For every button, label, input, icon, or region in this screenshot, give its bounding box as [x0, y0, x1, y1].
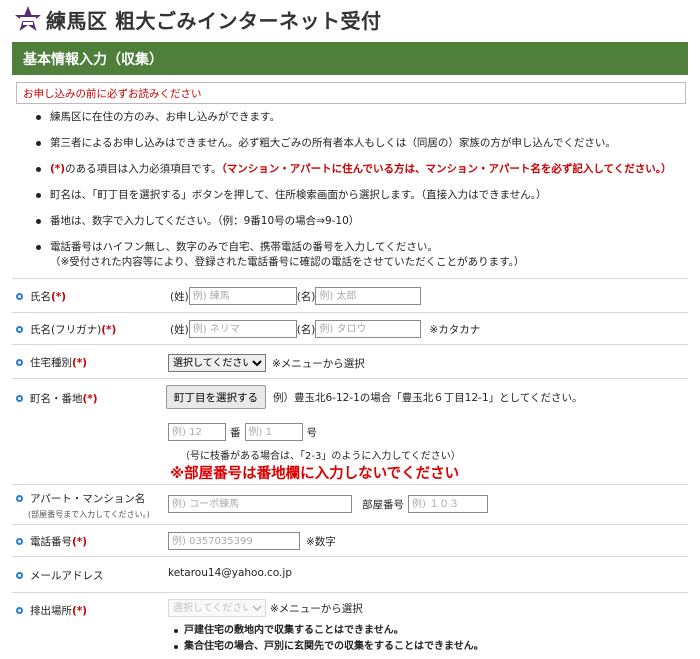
address-select-area: 町丁目を選択する 例）豊玉北6-12-1の場合「豊玉北６丁目12-1」としてくだ… — [166, 385, 583, 409]
apartment-fields: 部屋番号 — [168, 495, 488, 513]
disposal-fields: 選択してください ※メニューから選択 — [168, 599, 363, 617]
select-town-button[interactable]: 町丁目を選択する — [166, 385, 266, 409]
email-label: メールアドレス — [16, 568, 104, 583]
disposal-note: 戸建住宅の敷地内で収集することはできません。 — [172, 623, 484, 639]
bullet-circle-icon — [16, 293, 23, 300]
address-example: 例）豊玉北6-12-1の場合「豊玉北６丁目12-1」としてください。 — [273, 391, 583, 404]
phone-fields: ※数字 — [168, 532, 336, 550]
email-value: ketarou14@yahoo.co.jp — [168, 567, 292, 579]
disposal-label: 排出場所 (*) — [16, 603, 87, 618]
name-fields: (姓) (名) — [170, 287, 422, 305]
room-number-warning: ※部屋番号は番地欄に入力しないでください — [170, 466, 460, 482]
bullet-circle-icon — [16, 395, 23, 402]
disposal-hint: ※メニューから選択 — [270, 602, 363, 615]
kana-row: 氏名(フリガナ)(*) (姓) (名) ※カタカナ — [12, 312, 688, 344]
room-number-input[interactable] — [408, 495, 488, 513]
last-name-kana-input[interactable] — [188, 320, 297, 338]
rule-item: 番地は、数字で入力してください。（例：9番10号の場合⇒9-10） — [34, 214, 684, 229]
notice-box: お申し込みの前に必ずお読みください — [16, 82, 686, 104]
edaban-note: （号に枝番がある場合は、「2-3」のように入力してください） — [180, 451, 461, 462]
bullet-circle-icon — [16, 572, 23, 579]
bullet-circle-icon — [16, 495, 23, 502]
rule-item: (*)のある項目は入力必須項目です。（マンション・アパートに住んでいる方は、マン… — [34, 162, 684, 177]
housing-label: 住宅種別 (*) — [16, 355, 87, 370]
go-input[interactable] — [244, 423, 303, 441]
phone-hint: ※数字 — [306, 535, 336, 548]
apartment-name-input[interactable] — [168, 495, 352, 513]
housing-row: 住宅種別 (*) 選択してください ※メニューから選択 — [12, 344, 688, 378]
first-name-input[interactable] — [315, 287, 422, 305]
bullet-circle-icon — [16, 607, 23, 614]
rule-item: 町名は、「町丁目を選択する」ボタンを押して、住所検索画面から選択します。（直接入… — [34, 188, 684, 203]
disposal-notes: 戸建住宅の敷地内で収集することはできません。 集合住宅の場合、戸別に玄関先での収… — [172, 623, 484, 655]
address-row: 町名・番地 (*) 町丁目を選択する 例）豊玉北6-12-1の場合「豊玉北６丁目1… — [12, 378, 688, 484]
address-label: 町名・番地 (*) — [16, 391, 98, 406]
rule-item: 練馬区に在住の方のみ、お申し込みができます。 — [34, 110, 684, 125]
phone-row: 電話番号(*) ※数字 — [12, 524, 688, 556]
housing-type-select[interactable]: 選択してください — [168, 354, 266, 372]
rule-item: 第三者によるお申し込みはできません。必ず粗大ごみの所有者本人もしくは（同居の）家… — [34, 136, 684, 151]
name-row: 氏名(*) (姓) (名) — [12, 278, 688, 312]
banchi-fields: 番 号 — [168, 423, 317, 441]
phone-input[interactable] — [168, 532, 300, 550]
apartment-row: アパート・マンション名 (部屋番号まで入力してください。) 部屋番号 — [12, 484, 688, 524]
site-title: 練馬区 粗大ごみインターネット受付 — [46, 8, 382, 33]
site-header: 練馬区 粗大ごみインターネット受付 — [14, 4, 381, 34]
apartment-label: アパート・マンション名 — [16, 491, 145, 506]
name-label: 氏名 (*) — [16, 289, 66, 304]
housing-fields: 選択してください ※メニューから選択 — [168, 354, 365, 372]
bullet-circle-icon — [16, 359, 23, 366]
housing-hint: ※メニューから選択 — [272, 357, 365, 370]
required-mark: (*) — [50, 163, 66, 175]
bullet-circle-icon — [16, 326, 23, 333]
disposal-place-select[interactable]: 選択してください — [168, 599, 266, 617]
bullet-circle-icon — [16, 538, 23, 545]
katakana-hint: ※カタカナ — [429, 323, 481, 336]
last-name-input[interactable] — [188, 287, 297, 305]
rule-text: 電話番号はハイフン無し、数字のみで自宅、携帯電話の番号を入力してください。 — [50, 241, 438, 253]
rule-text: のある項目は入力必須項目です。 — [65, 163, 222, 175]
rule-subtext: （※受付された内容等により、登録された電話番号に確認の電話をさせていただくことが… — [50, 256, 525, 268]
apartment-sublabel: (部屋番号まで入力してください。) — [28, 510, 150, 519]
rules-list: 練馬区に在住の方のみ、お申し込みができます。 第三者によるお申し込みはできません… — [34, 110, 684, 281]
rule-warning: （マンション・アパートに住んでいる方は、マンション・アパート名を必ず記入してくだ… — [221, 163, 672, 175]
kana-fields: (姓) (名) ※カタカナ — [170, 320, 480, 338]
kana-label: 氏名(フリガナ) (*) — [16, 322, 116, 337]
disposal-note: 集合住宅の場合、戸別に玄関先での収集をすることはできません。 — [172, 639, 484, 655]
disposal-row: 排出場所 (*) 選択してください ※メニューから選択 戸建住宅の敷地内で収集する… — [12, 592, 688, 659]
email-row: メールアドレス ketarou14@yahoo.co.jp — [12, 556, 688, 592]
section-title: 基本情報入力（収集） — [12, 42, 688, 75]
first-name-kana-input[interactable] — [315, 320, 422, 338]
nerima-logo-icon — [15, 6, 41, 31]
rule-item: 電話番号はハイフン無し、数字のみで自宅、携帯電話の番号を入力してください。 （※… — [34, 240, 684, 270]
phone-label: 電話番号 (*) — [16, 534, 87, 549]
ban-input[interactable] — [168, 423, 226, 441]
